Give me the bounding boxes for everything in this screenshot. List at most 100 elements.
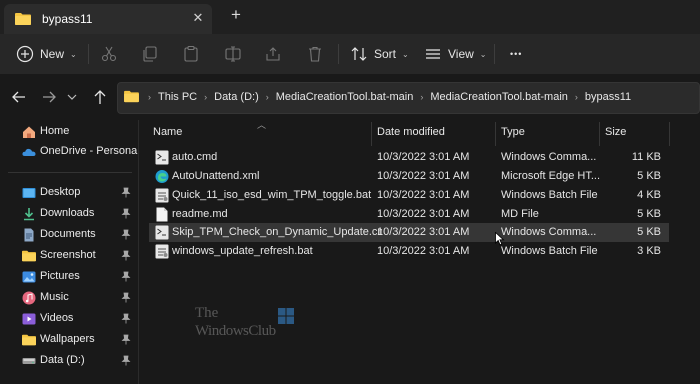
sidebar-item-videos[interactable]: Videos	[0, 309, 138, 329]
file-date: 10/3/2022 3:01 AM	[377, 189, 470, 201]
separator	[494, 44, 495, 64]
close-icon[interactable]: ✕	[190, 10, 206, 26]
windows-logo-icon	[278, 308, 294, 324]
onedrive-icon	[22, 148, 36, 156]
sidebar-item-label: Documents	[40, 228, 96, 240]
file-size: 5 KB	[637, 170, 661, 182]
watermark: The WindowsClub	[193, 305, 313, 341]
more-icon: •••	[510, 49, 523, 59]
pin-icon[interactable]	[121, 292, 131, 303]
paste-icon	[184, 45, 198, 62]
file-size: 3 KB	[637, 245, 661, 257]
pin-icon[interactable]	[121, 271, 131, 282]
more-options-button[interactable]: •••	[510, 42, 522, 66]
cut-icon	[101, 46, 117, 62]
file-row-windows-update-refresh-bat[interactable]: windows_update_refresh.bat 10/3/2022 3:0…	[149, 242, 669, 261]
pin-icon[interactable]	[121, 334, 131, 345]
file-row-auto-cmd[interactable]: auto.cmd 10/3/2022 3:01 AM Windows Comma…	[149, 148, 669, 167]
file-row-readme-md[interactable]: readme.md 10/3/2022 3:01 AM MD File 5 KB	[149, 205, 669, 224]
pin-icon[interactable]	[121, 355, 131, 366]
file-row-quick-11-bat[interactable]: Quick_11_iso_esd_wim_TPM_toggle.bat 10/3…	[149, 186, 669, 205]
sidebar-item-downloads[interactable]: Downloads	[0, 204, 138, 224]
breadcrumb-data-drive[interactable]: Data (D:)	[214, 91, 259, 103]
sidebar-item-desktop[interactable]: Desktop	[0, 183, 138, 203]
file-name: windows_update_refresh.bat	[172, 245, 313, 257]
column-resize-handle[interactable]	[669, 122, 670, 146]
paste-button[interactable]	[182, 42, 200, 66]
cut-button[interactable]	[100, 42, 118, 66]
back-arrow-icon[interactable]	[10, 88, 28, 106]
new-button[interactable]: New ⌄	[16, 42, 77, 66]
sidebar-item-label: Data (D:)	[40, 354, 85, 366]
column-header-size[interactable]: Size	[605, 126, 626, 148]
bat-file-icon	[155, 244, 169, 259]
column-header-name[interactable]: Name	[153, 126, 182, 148]
column-header-type[interactable]: Type	[501, 126, 525, 148]
pin-icon[interactable]	[121, 313, 131, 324]
sort-button[interactable]: Sort ⌄	[350, 42, 409, 66]
breadcrumb-bypass11[interactable]: bypass11	[585, 91, 631, 103]
delete-button[interactable]	[306, 42, 324, 66]
documents-icon	[24, 228, 34, 242]
recent-locations-icon[interactable]	[66, 88, 78, 106]
view-label: View	[448, 47, 474, 61]
file-date: 10/3/2022 3:01 AM	[377, 208, 470, 220]
watermark-line2: WindowsClub	[195, 323, 276, 339]
file-name: AutoUnattend.xml	[172, 170, 260, 182]
breadcrumb-this-pc[interactable]: This PC	[158, 91, 197, 103]
sidebar-item-music[interactable]: Music	[0, 288, 138, 308]
pin-icon[interactable]	[121, 208, 131, 219]
column-header-date[interactable]: Date modified	[377, 126, 445, 148]
sidebar-item-screenshot[interactable]: Screenshot	[0, 246, 138, 266]
pin-icon[interactable]	[121, 250, 131, 261]
navigation-bar: › This PC › Data (D:) › MediaCreationToo…	[0, 74, 700, 120]
videos-icon	[22, 313, 36, 325]
folder-icon	[124, 90, 139, 103]
separator	[338, 44, 339, 64]
sidebar-item-label: Videos	[40, 312, 74, 324]
new-tab-button[interactable]: +	[226, 5, 246, 25]
column-resize-handle[interactable]	[495, 122, 496, 146]
file-date: 10/3/2022 3:01 AM	[377, 151, 470, 163]
sidebar-item-label: Pictures	[40, 270, 80, 282]
file-date: 10/3/2022 3:01 AM	[377, 245, 470, 257]
cmd-file-icon	[155, 225, 169, 240]
breadcrumb-mediacreationtool[interactable]: MediaCreationTool.bat-main	[276, 91, 414, 103]
edge-icon	[155, 170, 169, 183]
chevron-down-icon: ⌄	[479, 49, 487, 59]
view-button[interactable]: View ⌄	[424, 42, 487, 66]
share-button[interactable]	[264, 42, 282, 66]
file-size: 5 KB	[637, 208, 661, 220]
tab-strip: bypass11 ✕ +	[0, 0, 700, 34]
navigation-pane: Home OneDrive - Personal Desktop Downloa…	[0, 120, 140, 384]
new-label: New	[40, 47, 65, 61]
sidebar-item-label: Music	[40, 291, 69, 303]
sidebar-item-data-drive[interactable]: Data (D:)	[0, 351, 138, 371]
file-date: 10/3/2022 3:01 AM	[377, 170, 470, 182]
sidebar-divider	[8, 172, 132, 173]
chevron-down-icon: ⌄	[402, 49, 409, 59]
rename-button[interactable]	[224, 42, 242, 66]
pin-icon[interactable]	[121, 229, 131, 240]
breadcrumb-mediacreationtool-inner[interactable]: MediaCreationTool.bat-main	[430, 91, 568, 103]
downloads-icon	[24, 208, 34, 221]
sidebar-item-label: Wallpapers	[40, 333, 95, 345]
copy-button[interactable]	[141, 42, 159, 66]
tab-bypass11[interactable]: bypass11 ✕	[4, 4, 212, 34]
file-row-skip-tpm-cmd[interactable]: Skip_TPM_Check_on_Dynamic_Update.cmd 10/…	[149, 223, 669, 242]
sidebar-item-home[interactable]: Home	[0, 122, 138, 142]
file-list: ︿ Name Date modified Type Size auto.cmd …	[139, 120, 700, 384]
up-arrow-icon[interactable]	[91, 88, 109, 106]
file-date: 10/3/2022 3:01 AM	[377, 226, 470, 238]
sidebar-item-onedrive[interactable]: OneDrive - Personal	[0, 142, 140, 162]
pin-icon[interactable]	[121, 187, 131, 198]
sidebar-item-wallpapers[interactable]: Wallpapers	[0, 330, 138, 350]
sidebar-item-documents[interactable]: Documents	[0, 225, 138, 245]
column-resize-handle[interactable]	[599, 122, 600, 146]
view-icon	[426, 49, 440, 59]
address-bar[interactable]: › This PC › Data (D:) › MediaCreationToo…	[117, 82, 700, 114]
file-row-autounattend-xml[interactable]: AutoUnattend.xml 10/3/2022 3:01 AM Micro…	[149, 167, 669, 186]
sidebar-item-pictures[interactable]: Pictures	[0, 267, 138, 287]
forward-arrow-icon[interactable]	[40, 88, 58, 106]
column-resize-handle[interactable]	[371, 122, 372, 146]
